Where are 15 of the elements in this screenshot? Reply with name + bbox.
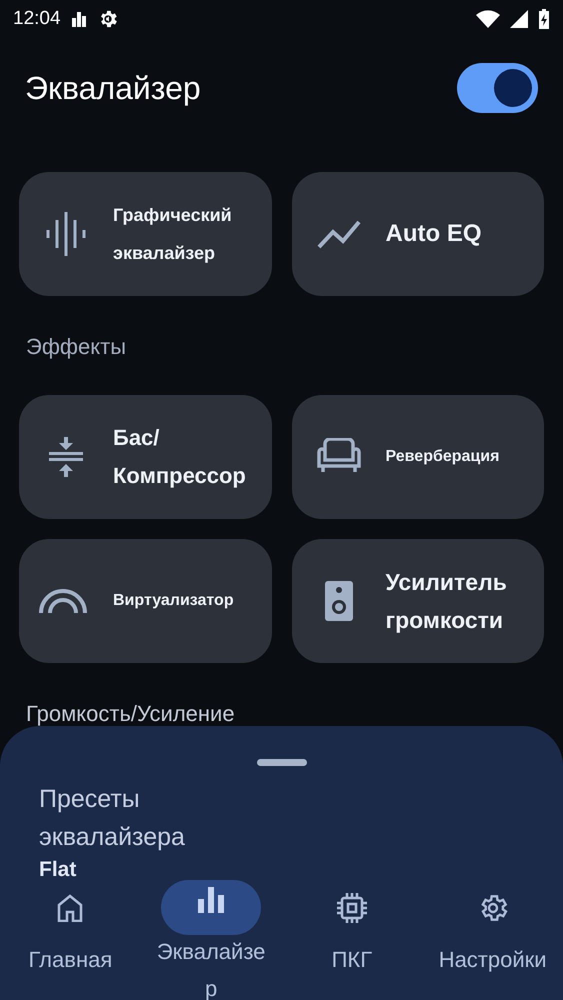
presets-title: Пресеты эквалайзера	[39, 784, 186, 853]
feature-card[interactable]: Auto EQ	[292, 172, 544, 296]
nav-label[interactable]: ПКГ	[332, 941, 372, 978]
section-title: Громкость/Усиление	[25, 700, 236, 728]
preset-value: Flat	[39, 857, 78, 883]
section-title: Эффекты	[25, 333, 128, 361]
feature-card[interactable]: Виртуализатор	[19, 539, 272, 663]
screen-title: Эквалайзер	[25, 69, 201, 108]
status-time: 12:04	[13, 6, 61, 31]
nav-label[interactable]: Настройки	[438, 941, 547, 978]
feature-card[interactable]: Бас/ Компрессор	[19, 395, 272, 519]
feature-card[interactable]: Графический эквалайзер	[19, 172, 272, 296]
feature-card[interactable]: Реверберация	[292, 395, 544, 519]
feature-card[interactable]: Усилитель громкости	[292, 539, 544, 663]
nav-label[interactable]: Главная	[28, 941, 112, 978]
